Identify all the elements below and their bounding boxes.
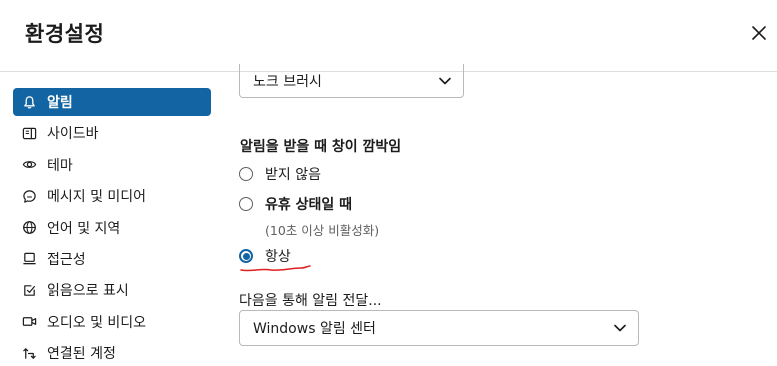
sidebar-item-label: 읽음으로 표시 — [47, 283, 129, 300]
sidebar-item-sidebar[interactable]: 사이드바 — [13, 119, 211, 147]
preferences-dialog: 환경설정 알림 사이드바 테마 메시지 및 미디어 언어 및 지역 접근성 읽음… — [0, 0, 777, 366]
sidebar-item-accessibility[interactable]: 접근성 — [13, 245, 211, 273]
globe-icon — [21, 220, 37, 236]
radio-button[interactable] — [239, 197, 253, 211]
flash-option-when-idle[interactable]: 유휴 상태일 때 — [239, 194, 352, 214]
sidebar-item-label: 접근성 — [47, 251, 86, 268]
sidebar-item-messages-media[interactable]: 메시지 및 미디어 — [13, 182, 211, 210]
sidebar-item-label: 언어 및 지역 — [47, 220, 121, 237]
deliver-via-value: Windows 알림 센터 — [253, 321, 376, 337]
sidebar-panel-icon — [21, 125, 37, 141]
sidebar-item-label: 사이드바 — [47, 126, 99, 143]
deliver-via-select[interactable]: Windows 알림 센터 — [239, 310, 639, 346]
bell-icon — [21, 94, 37, 110]
sidebar-item-label: 연결된 계정 — [47, 346, 116, 363]
close-button[interactable] — [746, 20, 772, 46]
sidebar-item-label: 테마 — [47, 157, 73, 174]
sidebar-item-mark-as-read[interactable]: 읽음으로 표시 — [13, 276, 211, 304]
flash-window-label: 알림을 받을 때 창이 깜박임 — [240, 139, 402, 155]
video-icon — [21, 314, 37, 330]
sidebar-item-audio-video[interactable]: 오디오 및 비디오 — [13, 308, 211, 336]
link-arrows-icon — [21, 345, 37, 361]
dialog-title: 환경설정 — [25, 22, 105, 46]
close-icon — [752, 26, 766, 40]
sidebar-item-label: 알림 — [47, 95, 73, 111]
flash-option-never[interactable]: 받지 않음 — [239, 164, 321, 184]
notification-sound-value: 노크 브러시 — [253, 73, 322, 90]
radio-button[interactable] — [239, 167, 253, 181]
idle-note: (10초 이상 비활성화) — [265, 223, 380, 238]
red-underline-annotation — [240, 265, 311, 272]
notifications-panel: 노크 브러시 알림을 받을 때 창이 깜박임 받지 않음 유휴 상태일 때 (1… — [239, 64, 759, 366]
sidebar-item-language-region[interactable]: 언어 및 지역 — [13, 214, 211, 242]
chevron-down-icon — [439, 77, 451, 84]
check-square-icon — [21, 282, 37, 298]
option-label: 받지 않음 — [265, 167, 321, 183]
sidebar-item-theme[interactable]: 테마 — [13, 151, 211, 179]
sidebar-item-connected-accounts[interactable]: 연결된 계정 — [13, 339, 211, 366]
radio-button-checked[interactable] — [239, 249, 253, 263]
notification-sound-select[interactable]: 노크 브러시 — [239, 64, 464, 98]
laptop-icon — [21, 251, 37, 267]
sidebar-item-label: 메시지 및 미디어 — [47, 189, 147, 206]
eye-icon — [21, 157, 37, 173]
deliver-via-label: 다음을 통해 알림 전달... — [239, 293, 382, 309]
option-label: 유휴 상태일 때 — [265, 197, 353, 213]
sidebar-nav: 알림 사이드바 테마 메시지 및 미디어 언어 및 지역 접근성 읽음으로 표시… — [13, 88, 211, 366]
chevron-down-icon — [614, 324, 626, 332]
sidebar-item-notifications[interactable]: 알림 — [13, 88, 211, 116]
sidebar-item-label: 오디오 및 비디오 — [47, 314, 147, 331]
dialog-header: 환경설정 — [0, 0, 777, 72]
message-icon — [21, 188, 37, 204]
